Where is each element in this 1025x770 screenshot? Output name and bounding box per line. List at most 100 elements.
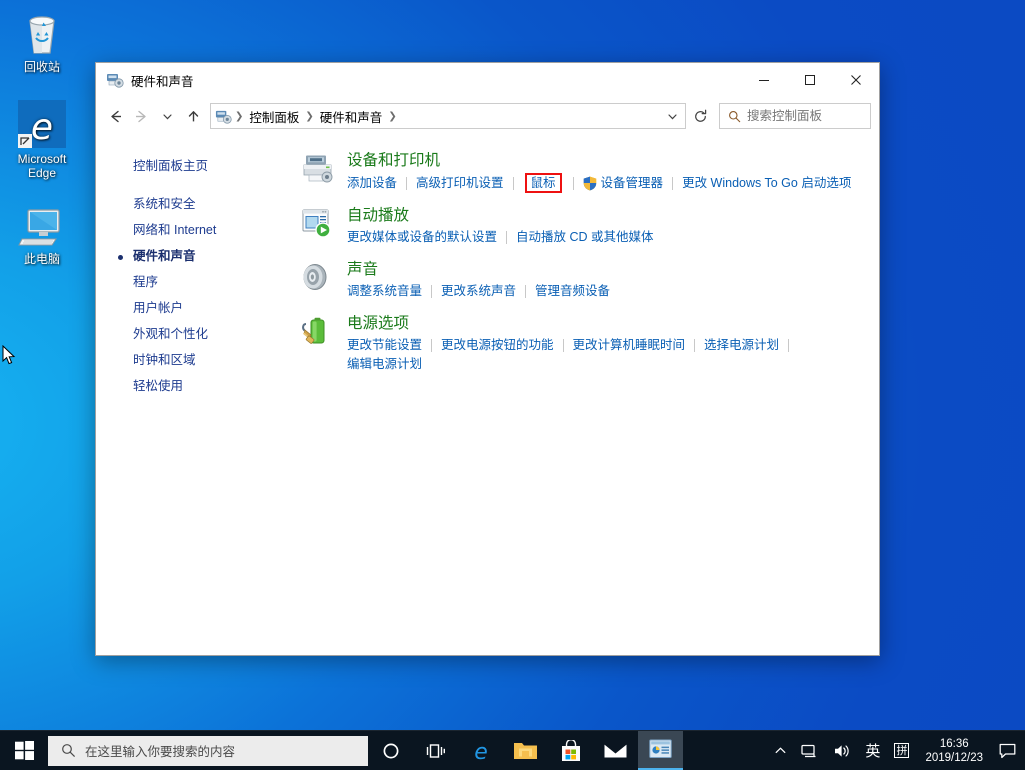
mail-button[interactable] <box>593 731 638 770</box>
clock-date: 2019/12/23 <box>925 751 983 764</box>
category-body: 自动播放 更改媒体或设备的默认设置 自动播放 CD 或其他媒体 <box>341 206 865 247</box>
taskbar: 在这里输入你要搜索的内容 e 英 拼 16:36 2019/12/23 <box>0 730 1025 770</box>
link-adjust-volume[interactable]: 调整系统音量 <box>347 282 422 301</box>
link-advanced-printer-setup[interactable]: 高级打印机设置 <box>416 174 504 193</box>
category-title-devices-printers[interactable]: 设备和打印机 <box>347 151 865 171</box>
sidebar-item-ease-of-access[interactable]: 轻松使用 <box>96 373 281 399</box>
link-separator <box>431 339 433 352</box>
this-pc-icon <box>0 198 84 248</box>
control-panel-icon <box>649 739 672 758</box>
link-separator <box>512 176 514 190</box>
file-explorer-button[interactable] <box>503 731 548 770</box>
desktop-icon-microsoft-edge[interactable]: e Microsoft Edge <box>0 98 84 180</box>
category-title-sound[interactable]: 声音 <box>347 260 865 280</box>
back-button[interactable] <box>102 103 128 129</box>
show-hidden-icons-button[interactable] <box>767 731 794 770</box>
circle-icon <box>383 743 398 758</box>
sidebar-item-system-security[interactable]: 系统和安全 <box>96 191 281 217</box>
category-autoplay: 自动播放 更改媒体或设备的默认设置 自动播放 CD 或其他媒体 <box>301 206 865 247</box>
svg-text:e: e <box>31 107 53 148</box>
sidebar-item-programs[interactable]: 程序 <box>96 269 281 295</box>
battery-icon <box>301 314 341 374</box>
start-button[interactable] <box>0 731 48 770</box>
volume-button[interactable] <box>826 731 858 770</box>
desktop-icon-this-pc[interactable]: 此电脑 <box>0 198 84 267</box>
sidebar-item-appearance[interactable]: 外观和个性化 <box>96 321 281 347</box>
category-title-autoplay[interactable]: 自动播放 <box>347 206 865 226</box>
link-mouse[interactable]: 鼠标 <box>524 173 562 193</box>
hardware-sound-icon-small <box>215 110 232 124</box>
breadcrumb-item-hardware-sound[interactable]: 硬件和声音 <box>315 107 388 126</box>
taskbar-search[interactable]: 在这里输入你要搜索的内容 <box>48 735 368 766</box>
sidebar-item-hardware-sound[interactable]: 硬件和声音 <box>96 243 281 269</box>
cortana-button[interactable] <box>368 731 413 770</box>
link-change-default-settings[interactable]: 更改媒体或设备的默认设置 <box>347 228 497 247</box>
link-autoplay-cd[interactable]: 自动播放 CD 或其他媒体 <box>516 228 654 247</box>
link-change-power-button[interactable]: 更改电源按钮的功能 <box>441 336 554 355</box>
forward-button[interactable] <box>128 103 154 129</box>
breadcrumb-item-control-panel[interactable]: 控制面板 <box>244 107 304 126</box>
link-separator <box>506 231 508 244</box>
link-change-system-sounds[interactable]: 更改系统声音 <box>441 282 516 301</box>
autoplay-icon <box>301 206 341 247</box>
link-separator <box>525 285 527 298</box>
category-links: 更改媒体或设备的默认设置 自动播放 CD 或其他媒体 <box>347 228 865 247</box>
link-windows-to-go[interactable]: 更改 Windows To Go 启动选项 <box>682 174 851 193</box>
notification-icon <box>999 743 1016 758</box>
refresh-button[interactable] <box>687 103 713 129</box>
category-body: 声音 调整系统音量 更改系统声音 管理音频设备 <box>341 260 865 301</box>
ime-mode-indicator[interactable]: 拼 <box>887 731 916 770</box>
sidebar-item-clock-region[interactable]: 时钟和区域 <box>96 347 281 373</box>
link-change-battery-settings[interactable]: 更改节能设置 <box>347 336 422 355</box>
up-button[interactable] <box>180 103 206 129</box>
ime-language-indicator[interactable]: 英 <box>858 731 887 770</box>
control-panel-button[interactable] <box>638 730 683 770</box>
network-icon <box>801 744 816 757</box>
breadcrumb-separator: ❯ <box>305 110 314 122</box>
edge-icon: e <box>0 98 84 148</box>
category-links: 调整系统音量 更改系统声音 管理音频设备 <box>347 282 865 301</box>
link-change-sleep-time[interactable]: 更改计算机睡眠时间 <box>573 336 686 355</box>
window-body: 控制面板主页 系统和安全 网络和 Internet 硬件和声音 程序 用户帐户 … <box>96 135 879 655</box>
maximize-button[interactable] <box>787 63 833 97</box>
sidebar: 控制面板主页 系统和安全 网络和 Internet 硬件和声音 程序 用户帐户 … <box>96 135 281 655</box>
link-edit-power-plan[interactable]: 编辑电源计划 <box>347 355 422 374</box>
link-add-device[interactable]: 添加设备 <box>347 174 397 193</box>
breadcrumb[interactable]: ❯ 控制面板 ❯ 硬件和声音 ❯ <box>210 103 686 129</box>
mouse-cursor <box>2 345 16 365</box>
microsoft-store-button[interactable] <box>548 731 593 770</box>
sidebar-item-user-accounts[interactable]: 用户帐户 <box>96 295 281 321</box>
link-separator <box>788 339 790 352</box>
close-button[interactable] <box>833 63 879 97</box>
action-center-button[interactable] <box>992 731 1023 770</box>
link-manage-audio-devices[interactable]: 管理音频设备 <box>535 282 610 301</box>
breadcrumb-dropdown-button[interactable] <box>661 104 683 128</box>
mail-icon <box>604 743 627 758</box>
category-title-power-options[interactable]: 电源选项 <box>347 314 865 334</box>
address-toolbar: ❯ 控制面板 ❯ 硬件和声音 ❯ <box>96 97 879 135</box>
folder-icon <box>514 743 537 759</box>
sidebar-item-network-internet[interactable]: 网络和 Internet <box>96 217 281 243</box>
desktop-icon-recycle-bin[interactable]: 回收站 <box>0 6 84 75</box>
search-control-panel[interactable] <box>719 103 871 129</box>
sidebar-item-home[interactable]: 控制面板主页 <box>96 153 281 179</box>
control-panel-window: 硬件和声音 ❯ 控制面板 ❯ 硬件和声音 ❯ 搜索控制面板 控制面板主页 系统和… <box>95 62 880 656</box>
svg-text:e: e <box>474 740 488 763</box>
window-titlebar[interactable]: 硬件和声音 <box>96 63 879 97</box>
system-tray: 英 拼 16:36 2019/12/23 <box>767 731 1025 770</box>
window-controls <box>741 63 879 97</box>
edge-icon: e <box>474 740 488 763</box>
recent-locations-button[interactable] <box>154 103 180 129</box>
minimize-button[interactable] <box>741 63 787 97</box>
task-view-button[interactable] <box>413 731 458 770</box>
link-choose-power-plan[interactable]: 选择电源计划 <box>704 336 779 355</box>
link-separator <box>672 176 674 190</box>
clock[interactable]: 16:36 2019/12/23 <box>916 731 992 770</box>
breadcrumb-separator: ❯ <box>235 110 244 122</box>
link-device-manager-wrap[interactable]: 设备管理器 <box>583 174 664 193</box>
edge-button[interactable]: e <box>458 731 503 770</box>
link-device-manager[interactable]: 设备管理器 <box>601 174 664 193</box>
search-input[interactable] <box>747 109 859 123</box>
network-button[interactable] <box>794 731 826 770</box>
link-separator <box>572 176 574 190</box>
